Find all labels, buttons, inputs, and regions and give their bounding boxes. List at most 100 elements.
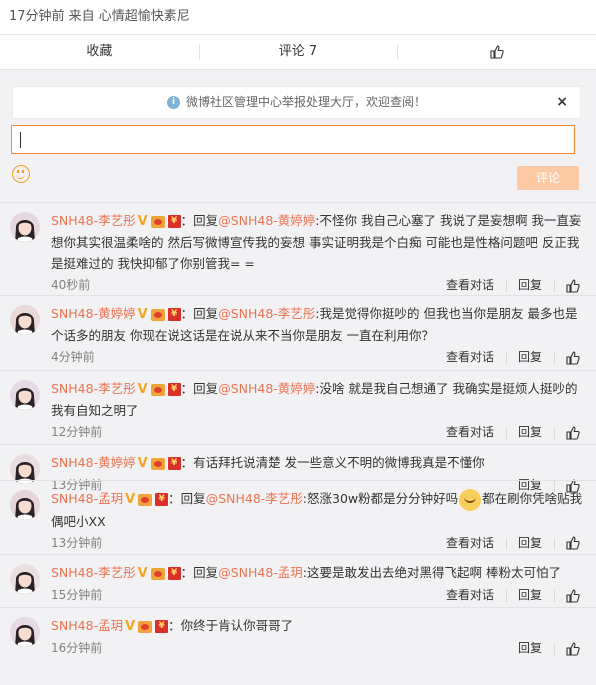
verified-icon: V [137, 307, 148, 322]
thumbs-up-icon [566, 536, 580, 550]
thumbs-up-icon [566, 641, 580, 656]
info-icon: i [166, 96, 180, 109]
reply-prefix: ：回复 [180, 213, 219, 228]
action-tabs: 收藏 评论 7 [0, 34, 596, 70]
comment-text: SNH48-孟玥 V ¥ ：回复@SNH48-李艺彤:怒涨30w粉都是分分钟好吗 都在刷… [51, 488, 586, 532]
avatar[interactable] [10, 490, 40, 520]
mention-link[interactable]: @SNH48-孟玥 [218, 565, 303, 580]
comment-panel: i 微博社区管理中心举报处理大厅，欢迎查阅！ × 评论 SNH48-李艺彤 V ¥ ：回… [0, 70, 596, 685]
comment-text: SNH48-李艺彤 V ¥ ：回复@SNH48-孟玥:这要是敢发出去绝对黑得飞起啊 棒… [51, 562, 586, 584]
mention-link[interactable]: @SNH48-黄婷婷 [218, 381, 315, 396]
comment-text: SNH48-孟玥 V ¥ ：你终于肯认你哥哥了 [51, 615, 586, 637]
avatar[interactable] [10, 305, 40, 335]
comment-username[interactable]: SNH48-李艺彤 [51, 213, 136, 228]
comment-submit-button[interactable]: 评论 [517, 166, 579, 190]
reply-link[interactable]: 回复 [505, 274, 554, 296]
verified-icon: V [137, 566, 148, 581]
view-conversation-link[interactable]: 查看对话 [434, 532, 506, 554]
reply-link[interactable]: 回复 [505, 532, 554, 554]
verified-icon: V [125, 619, 136, 634]
reply-prefix: ：回复 [180, 565, 219, 580]
vip-badge-icon: ¥ [167, 215, 181, 228]
comment-username[interactable]: SNH48-李艺彤 [51, 565, 136, 580]
comment-item: SNH48-李艺彤 V ¥ ：回复@SNH48-孟玥:这要是敢发出去绝对黑得飞起啊 棒… [0, 554, 596, 607]
vip-badge-icon: ¥ [155, 620, 169, 633]
verified-icon: V [137, 456, 148, 471]
comment-time: 13分钟前 [51, 535, 103, 550]
comment-footer: 4分钟前 查看对话 回复 [51, 346, 586, 368]
comment-username[interactable]: SNH48-黄婷婷 [51, 455, 136, 470]
like-button[interactable] [554, 274, 586, 296]
comment-actions: 查看对话 回复 [434, 532, 586, 554]
comment-body: ：有话拜托说清楚 发一些意义不明的微博我真是不懂你 [180, 455, 485, 470]
reply-link[interactable]: 回复 [505, 421, 554, 443]
avatar[interactable] [10, 617, 40, 647]
comment-footer: 15分钟前 查看对话 回复 [51, 584, 586, 606]
comment-text: SNH48-黄婷婷 V ¥ ：回复@SNH48-李艺彤:我是觉得你挺吵的 但我也当你是… [51, 303, 586, 346]
view-conversation-link[interactable]: 查看对话 [434, 584, 506, 606]
avatar[interactable] [10, 564, 40, 594]
mention-link[interactable]: @SNH48-李艺彤 [218, 306, 315, 321]
comment-body: :怒涨30w粉都是分分钟好吗 [302, 491, 459, 506]
thumbs-up-icon [566, 425, 580, 440]
reply-link[interactable]: 回复 [506, 637, 554, 659]
comment-input[interactable] [11, 125, 575, 154]
emoji-icon[interactable] [12, 165, 30, 183]
like-button[interactable] [554, 637, 586, 659]
comment-actions: 查看对话 回复 [434, 346, 586, 368]
reply-link[interactable]: 回复 [505, 346, 554, 368]
mention-link[interactable]: @SNH48-李艺彤 [206, 491, 303, 506]
comment-list: SNH48-李艺彤 V ¥ ：回复@SNH48-黄婷婷:不怪你 我自己心塞了 我说了是… [0, 202, 596, 656]
member-badge-icon [150, 215, 165, 228]
avatar[interactable] [10, 212, 40, 242]
mention-link[interactable]: @SNH48-黄婷婷 [218, 213, 315, 228]
tab-like[interactable] [397, 35, 596, 69]
comment-item: SNH48-孟玥 V ¥ ：你终于肯认你哥哥了 16分钟前 回复 [0, 607, 596, 656]
view-conversation-link[interactable]: 查看对话 [434, 421, 506, 443]
comment-username[interactable]: SNH48-黄婷婷 [51, 306, 136, 321]
view-conversation-link[interactable]: 查看对话 [434, 274, 506, 296]
emoji-laugh-icon [459, 488, 482, 511]
comment-text: SNH48-李艺彤 V ¥ ：回复@SNH48-黄婷婷:没啥 就是我自己想通了 我确实… [51, 378, 586, 421]
like-button[interactable] [554, 346, 586, 368]
reply-prefix: ：回复 [180, 306, 219, 321]
member-badge-icon [150, 383, 165, 396]
like-button[interactable] [554, 532, 586, 554]
thumbs-up-icon [566, 588, 580, 603]
verified-icon: V [137, 382, 148, 397]
like-button[interactable] [554, 421, 586, 443]
comment-item: SNH48-李艺彤 V ¥ ：回复@SNH48-黄婷婷:没啥 就是我自己想通了 我确实… [0, 370, 596, 444]
comment-username[interactable]: SNH48-孟玥 [51, 491, 123, 506]
like-button[interactable] [554, 584, 586, 606]
reply-link[interactable]: 回复 [505, 584, 554, 606]
tab-collect[interactable]: 收藏 [0, 35, 199, 69]
thumbs-up-icon [490, 44, 504, 59]
close-icon[interactable]: × [556, 87, 568, 118]
vip-badge-icon: ¥ [167, 383, 181, 396]
comment-footer: 16分钟前 回复 [51, 637, 586, 659]
comment-username[interactable]: SNH48-孟玥 [51, 618, 123, 633]
view-conversation-link[interactable]: 查看对话 [434, 346, 506, 368]
vip-badge-icon: ¥ [167, 567, 181, 580]
comment-text: SNH48-李艺彤 V ¥ ：回复@SNH48-黄婷婷:不怪你 我自己心塞了 我说了是… [51, 210, 586, 274]
member-badge-icon [150, 308, 165, 321]
comment-actions: 查看对话 回复 [434, 584, 586, 606]
vip-badge-icon: ¥ [167, 308, 181, 321]
reply-prefix: ：回复 [180, 381, 219, 396]
post-meta: 17分钟前 来自 心情超愉快素尼 [9, 9, 190, 24]
thumbs-up-icon [566, 350, 580, 365]
comment-footer: 13分钟前 查看对话 回复 [51, 532, 586, 554]
notice-banner[interactable]: i 微博社区管理中心举报处理大厅，欢迎查阅！ × [12, 86, 581, 119]
comment-body: :这要是敢发出去绝对黑得飞起啊 棒粉太可怕了 [302, 565, 561, 580]
tab-comment[interactable]: 评论 7 [198, 35, 398, 69]
vip-badge-icon: ¥ [167, 457, 181, 470]
avatar[interactable] [10, 380, 40, 410]
comment-item: SNH48-孟玥 V ¥ ：回复@SNH48-李艺彤:怒涨30w粉都是分分钟好吗 都在刷… [0, 480, 596, 554]
comment-footer: 40秒前 查看对话 回复 [51, 274, 586, 296]
comment-time: 15分钟前 [51, 588, 103, 602]
member-badge-icon [138, 493, 153, 506]
comment-username[interactable]: SNH48-李艺彤 [51, 381, 136, 396]
comment-time: 16分钟前 [51, 641, 103, 655]
member-badge-icon [138, 620, 153, 633]
member-badge-icon [150, 457, 165, 470]
